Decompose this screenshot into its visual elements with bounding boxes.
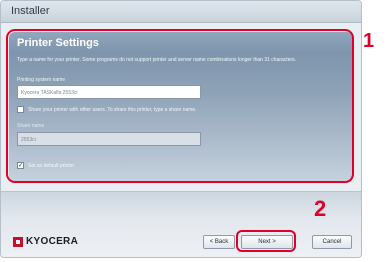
callout-number-1: 1: [363, 30, 375, 52]
callout-box-settings: [6, 29, 354, 183]
window-title: Installer: [11, 5, 50, 17]
title-bar: Installer: [1, 1, 361, 23]
footer-band: [1, 191, 361, 257]
kyocera-logo-icon: [13, 237, 23, 247]
callout-box-next: [236, 230, 296, 252]
back-button[interactable]: < Back: [203, 235, 235, 249]
kyocera-logo-text: KYOCERA: [26, 236, 79, 247]
callout-number-2: 2: [314, 196, 327, 221]
cancel-button[interactable]: Cancel: [312, 235, 352, 249]
